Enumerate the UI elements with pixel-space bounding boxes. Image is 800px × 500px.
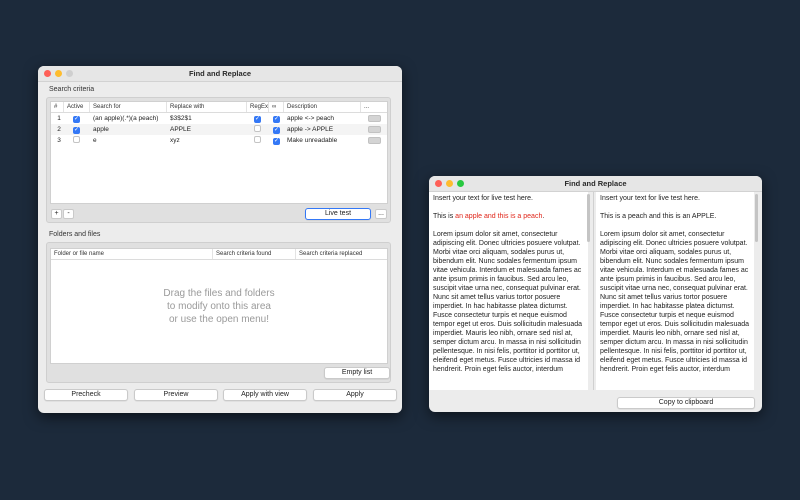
active-checkbox[interactable]: ✓	[73, 126, 80, 134]
live-titlebar[interactable]: Find and Replace	[429, 176, 762, 192]
search-for-cell[interactable]: apple	[90, 126, 167, 133]
col-more[interactable]: ...	[361, 102, 387, 112]
criteria-table-header: # Active Search for Replace with RegEx ∞…	[51, 102, 387, 113]
replace-with-cell[interactable]: xyz	[167, 137, 247, 144]
copy-to-clipboard-button[interactable]: Copy to clipboard	[617, 397, 755, 409]
table-row[interactable]: 3 e xyz ✓ Make unreadable	[51, 135, 387, 146]
criteria-table: # Active Search for Replace with RegEx ∞…	[50, 101, 388, 204]
active-checkbox[interactable]: ✓	[73, 115, 80, 123]
regex-checkbox[interactable]	[254, 125, 261, 132]
replace-with-cell[interactable]: APPLE	[167, 126, 247, 133]
remove-row-button[interactable]: -	[63, 209, 74, 219]
main-window: Find and Replace Search criteria # Activ…	[38, 66, 402, 413]
table-row[interactable]: 1 ✓ (an apple)(.*)(a peach) $3$2$1 ✓ ✓ a…	[51, 113, 387, 124]
drop-text-line: or use the open menu!	[168, 314, 270, 325]
active-checkbox[interactable]	[73, 136, 80, 143]
row-number: 3	[57, 137, 61, 144]
output-scrollbar[interactable]	[755, 194, 758, 242]
replace-with-cell[interactable]: $3$2$1	[167, 115, 247, 122]
search-for-cell[interactable]: e	[90, 137, 167, 144]
col-infinity[interactable]: ∞	[269, 102, 284, 112]
description-cell[interactable]: apple <-> peach	[284, 115, 361, 122]
col-active[interactable]: Active	[64, 102, 90, 112]
drop-text-line: to modify onto this area	[167, 301, 271, 312]
live-test-window: Find and Replace Insert your text for li…	[429, 176, 762, 412]
apply-with-view-button[interactable]: Apply with view	[223, 389, 307, 401]
output-lorem: Lorem ipsum dolor sit amet, consectetur …	[600, 231, 750, 373]
main-titlebar[interactable]: Find and Replace	[38, 66, 402, 82]
apply-button[interactable]: Apply	[313, 389, 397, 401]
more-options-button[interactable]: ...	[375, 209, 387, 219]
match-highlight: an apple and this is a peach	[455, 213, 543, 220]
row-number: 2	[57, 126, 61, 133]
col-number[interactable]: #	[51, 102, 64, 112]
description-cell[interactable]: apple -> APPLE	[284, 126, 361, 133]
folders-files-panel: Folder or file name Search criteria foun…	[46, 242, 391, 383]
folders-files-label: Folders and files	[49, 231, 101, 238]
table-row[interactable]: 2 ✓ apple APPLE ✓ apple -> APPLE	[51, 124, 387, 135]
pane-divider[interactable]	[593, 192, 594, 390]
col-criteria-replaced[interactable]: Search criteria replaced	[296, 249, 387, 259]
col-replace-with[interactable]: Replace with	[167, 102, 247, 112]
output-line-2: This is a peach and this is an APPLE.	[600, 213, 717, 220]
multi-checkbox[interactable]: ✓	[273, 126, 280, 134]
regex-checkbox[interactable]	[254, 136, 261, 143]
input-line-1: Insert your text for live test here.	[433, 195, 533, 202]
row-options-button[interactable]	[368, 137, 381, 144]
files-table[interactable]: Folder or file name Search criteria foun…	[50, 248, 388, 364]
row-number: 1	[57, 115, 61, 122]
description-cell[interactable]: Make unreadable	[284, 137, 361, 144]
multi-checkbox[interactable]: ✓	[273, 115, 280, 123]
row-options-button[interactable]	[368, 126, 381, 133]
drop-text-line: Drag the files and folders	[163, 288, 275, 299]
input-lorem: Lorem ipsum dolor sit amet, consectetur …	[433, 231, 583, 373]
col-criteria-found[interactable]: Search criteria found	[213, 249, 296, 259]
search-criteria-label: Search criteria	[49, 86, 95, 93]
live-test-button[interactable]: Live test	[305, 208, 371, 220]
multi-checkbox[interactable]: ✓	[273, 137, 280, 145]
input-text-area[interactable]: Insert your text for live test here. Thi…	[429, 192, 588, 390]
window-title: Find and Replace	[188, 69, 252, 78]
row-options-button[interactable]	[368, 115, 381, 122]
precheck-button[interactable]: Precheck	[44, 389, 128, 401]
regex-checkbox[interactable]: ✓	[254, 115, 261, 123]
drop-zone-text: Drag the files and folders to modify ont…	[51, 287, 387, 326]
window-title: Find and Replace	[564, 179, 627, 188]
add-row-button[interactable]: +	[51, 209, 62, 219]
input-scrollbar[interactable]	[587, 194, 590, 242]
empty-list-button[interactable]: Empty list	[324, 367, 390, 379]
search-for-cell[interactable]: (an apple)(.*)(a peach)	[90, 115, 167, 122]
input-line-2: This is an apple and this is a peach.	[433, 213, 545, 220]
col-search-for[interactable]: Search for	[90, 102, 167, 112]
output-text-area[interactable]: Insert your text for live test here. Thi…	[596, 192, 754, 390]
col-description[interactable]: Description	[284, 102, 361, 112]
files-table-header: Folder or file name Search criteria foun…	[51, 249, 387, 260]
search-criteria-panel: # Active Search for Replace with RegEx ∞…	[46, 97, 391, 223]
col-file-name[interactable]: Folder or file name	[51, 249, 213, 259]
output-line-1: Insert your text for live test here.	[600, 195, 700, 202]
preview-button[interactable]: Preview	[134, 389, 218, 401]
col-regex[interactable]: RegEx	[247, 102, 269, 112]
